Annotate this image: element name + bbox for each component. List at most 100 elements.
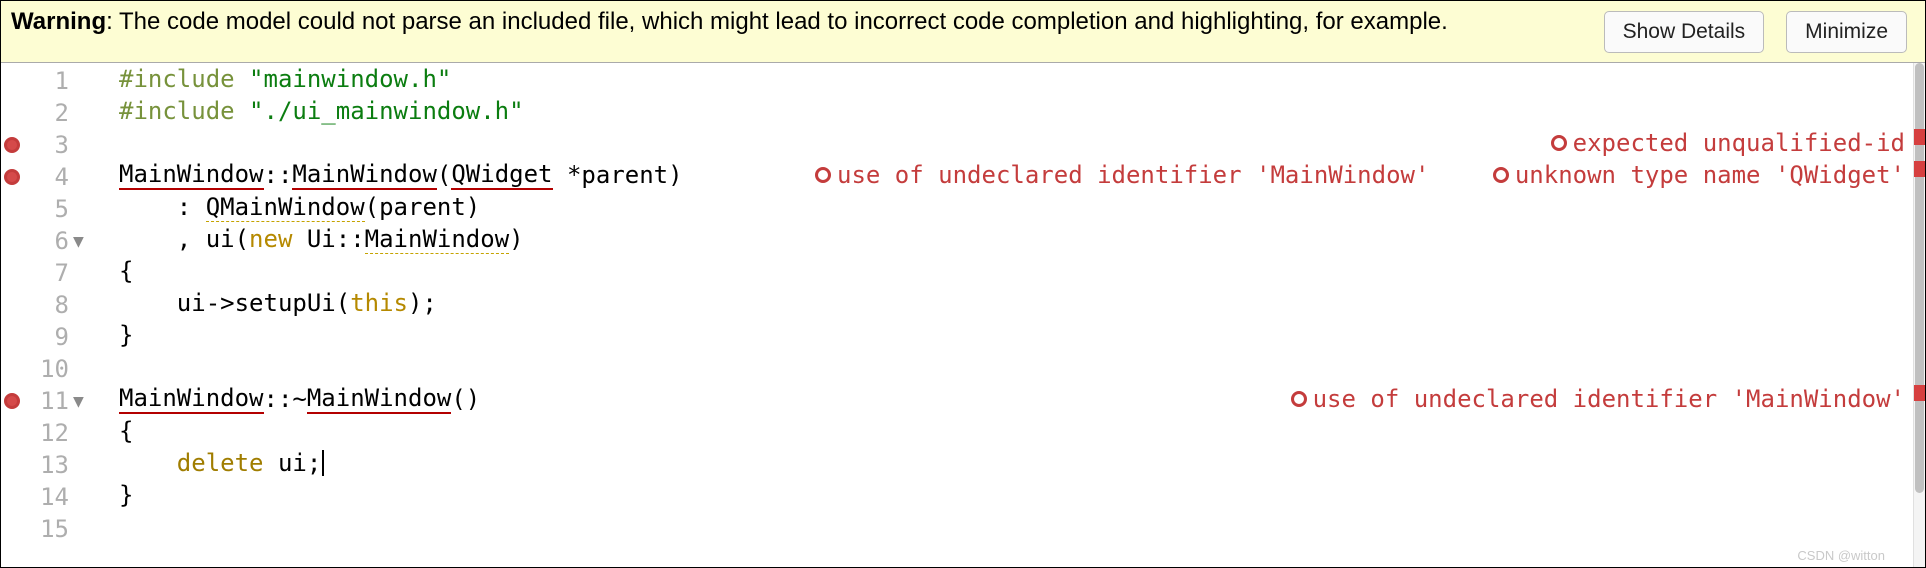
code-token: ui->setupUi( <box>177 289 350 317</box>
fold-marker[interactable]: ▼ <box>71 385 95 417</box>
fold-marker <box>71 193 95 225</box>
code-token: QWidget <box>451 160 552 190</box>
line-number: 10 <box>23 353 71 385</box>
code-token: { <box>119 417 133 445</box>
code-line[interactable] <box>95 351 1925 383</box>
code-line[interactable] <box>95 511 1925 543</box>
fold-marker <box>71 65 95 97</box>
fold-marker <box>71 417 95 449</box>
gutter-marker <box>1 129 23 161</box>
line-number: 9 <box>23 321 71 353</box>
error-icon <box>1493 167 1509 183</box>
code-line[interactable]: : QMainWindow(parent) <box>95 191 1925 223</box>
error-icon <box>1291 391 1307 407</box>
diagnostic-text: use of undeclared identifier 'MainWindow… <box>1313 385 1905 413</box>
scrollbar-error-marker[interactable] <box>1914 129 1925 145</box>
code-line[interactable]: #include "mainwindow.h" <box>95 63 1925 95</box>
code-line[interactable]: delete ui; <box>95 447 1925 479</box>
line-number: 3 <box>23 129 71 161</box>
code-token: this <box>350 289 408 317</box>
code-token: { <box>119 257 133 285</box>
code-token: *parent) <box>553 161 683 189</box>
code-token: ); <box>408 289 437 317</box>
fold-marker <box>71 353 95 385</box>
fold-marker <box>71 321 95 353</box>
code-line[interactable]: , ui(new Ui::MainWindow) <box>95 223 1925 255</box>
gutter-markers <box>1 63 23 567</box>
scrollbar[interactable] <box>1913 63 1925 567</box>
fold-marker <box>71 289 95 321</box>
code-line[interactable]: MainWindow::~MainWindow()use of undeclar… <box>95 383 1925 415</box>
code-line[interactable]: MainWindow::MainWindow(QWidget *parent)u… <box>95 159 1925 191</box>
code-token: #include <box>119 65 249 93</box>
line-number: 11 <box>23 385 71 417</box>
code-token: } <box>119 321 133 349</box>
line-number: 13 <box>23 449 71 481</box>
code-line[interactable]: } <box>95 319 1925 351</box>
gutter-fold: ▼▼ <box>71 63 95 567</box>
scrollbar-error-marker[interactable] <box>1914 161 1925 177</box>
code-line[interactable]: } <box>95 479 1925 511</box>
code-token: MainWindow <box>119 160 264 190</box>
diagnostic-message[interactable]: expected unqualified-id <box>1551 129 1905 157</box>
warning-buttons: Show Details Minimize <box>1604 7 1915 53</box>
line-number: 5 <box>23 193 71 225</box>
warning-label: Warning <box>11 8 106 35</box>
warning-bar: Warning: The code model could not parse … <box>1 1 1925 63</box>
diagnostic-message[interactable]: use of undeclared identifier 'MainWindow… <box>1291 385 1905 413</box>
code-token: delete <box>177 449 264 477</box>
gutter-marker <box>1 193 23 225</box>
gutter-marker <box>1 65 23 97</box>
code-line[interactable]: { <box>95 415 1925 447</box>
code-token: :: <box>264 161 293 189</box>
scrollbar-error-marker[interactable] <box>1914 385 1925 401</box>
diagnostic-message[interactable]: unknown type name 'QWidget' <box>1493 161 1905 189</box>
line-number: 12 <box>23 417 71 449</box>
code-line[interactable]: #include "./ui_mainwindow.h" <box>95 95 1925 127</box>
code-token: ui; <box>264 449 322 477</box>
scrollbar-thumb[interactable] <box>1915 63 1924 493</box>
diagnostic-text: use of undeclared identifier 'MainWindow… <box>837 161 1429 189</box>
fold-marker <box>71 449 95 481</box>
code-token: (parent) <box>365 193 481 221</box>
code-line[interactable]: ui->setupUi(this); <box>95 287 1925 319</box>
code-token: } <box>119 481 133 509</box>
code-token: #include <box>119 97 249 125</box>
code-line[interactable]: expected unqualified-id <box>95 127 1925 159</box>
code-token: MainWindow <box>119 384 264 414</box>
line-number: 15 <box>23 513 71 545</box>
line-number: 8 <box>23 289 71 321</box>
text-cursor <box>322 450 324 476</box>
show-details-button[interactable]: Show Details <box>1604 11 1765 53</box>
error-icon <box>4 137 20 153</box>
code-area[interactable]: #include "mainwindow.h"#include "./ui_ma… <box>95 63 1925 567</box>
code-line[interactable]: { <box>95 255 1925 287</box>
line-number: 1 <box>23 65 71 97</box>
gutter-marker <box>1 161 23 193</box>
line-number: 6 <box>23 225 71 257</box>
error-icon <box>1551 135 1567 151</box>
diagnostic-text: expected unqualified-id <box>1573 129 1905 157</box>
code-token: ::~ <box>264 385 307 413</box>
gutter-marker <box>1 385 23 417</box>
warning-text: Warning: The code model could not parse … <box>11 7 1604 37</box>
minimize-button[interactable]: Minimize <box>1786 11 1907 53</box>
inline-diagnostics: use of undeclared identifier 'MainWindow… <box>815 159 1905 191</box>
gutter-marker <box>1 417 23 449</box>
code-token: ( <box>437 161 451 189</box>
line-number: 14 <box>23 481 71 513</box>
code-token: MainWindow <box>307 384 452 414</box>
diagnostic-message[interactable]: use of undeclared identifier 'MainWindow… <box>815 161 1429 189</box>
code-token: QMainWindow <box>206 193 365 222</box>
error-icon <box>4 393 20 409</box>
gutter-marker <box>1 321 23 353</box>
error-icon <box>4 169 20 185</box>
fold-marker[interactable]: ▼ <box>71 225 95 257</box>
gutter-marker <box>1 289 23 321</box>
code-token: ) <box>509 225 523 253</box>
fold-marker <box>71 97 95 129</box>
gutter-marker <box>1 513 23 545</box>
fold-marker <box>71 481 95 513</box>
gutter-marker <box>1 481 23 513</box>
warning-message: : The code model could not parse an incl… <box>106 8 1448 35</box>
